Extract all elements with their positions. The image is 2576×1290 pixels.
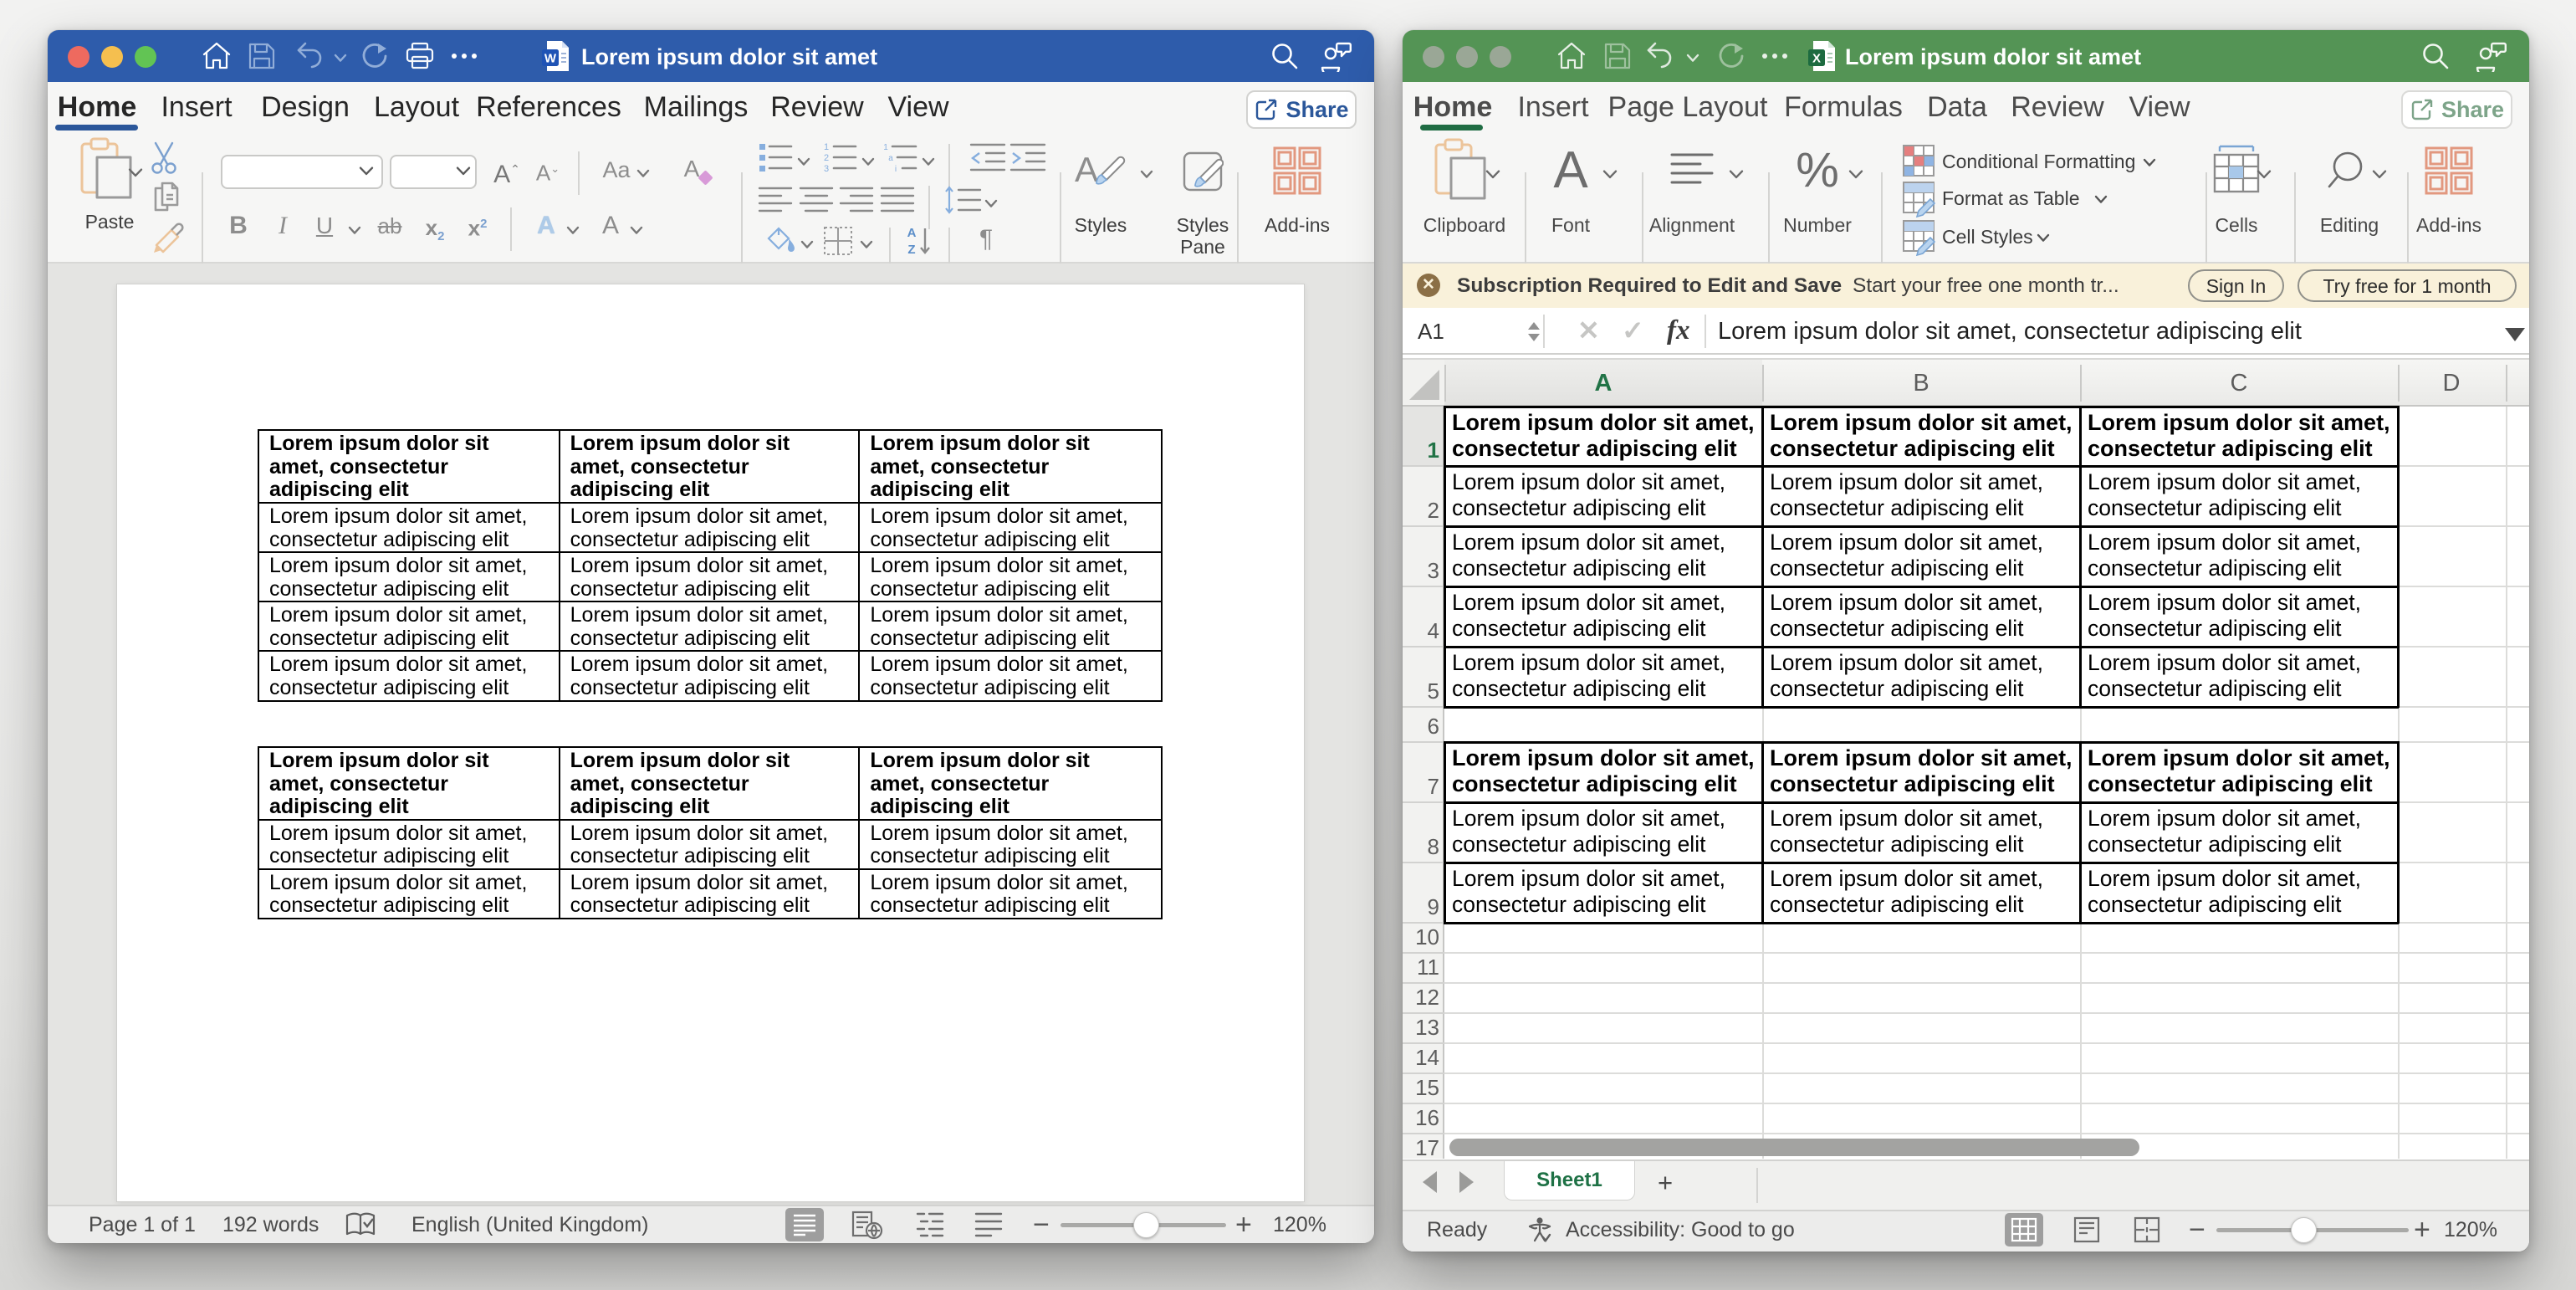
svg-text:A: A — [1553, 144, 1588, 194]
svg-text:Z: Z — [907, 243, 915, 257]
svg-text:X: X — [1812, 52, 1821, 66]
svg-text:i: i — [895, 165, 897, 174]
svg-text:%: % — [1796, 145, 1839, 193]
svg-text:1: 1 — [824, 142, 829, 152]
svg-text:3: 3 — [824, 164, 829, 174]
svg-text:W: W — [544, 52, 557, 66]
svg-text:A: A — [1075, 151, 1098, 189]
svg-text:A: A — [907, 226, 917, 240]
svg-text:1: 1 — [883, 143, 888, 152]
svg-text:2: 2 — [824, 153, 829, 163]
svg-text:a: a — [888, 154, 893, 163]
